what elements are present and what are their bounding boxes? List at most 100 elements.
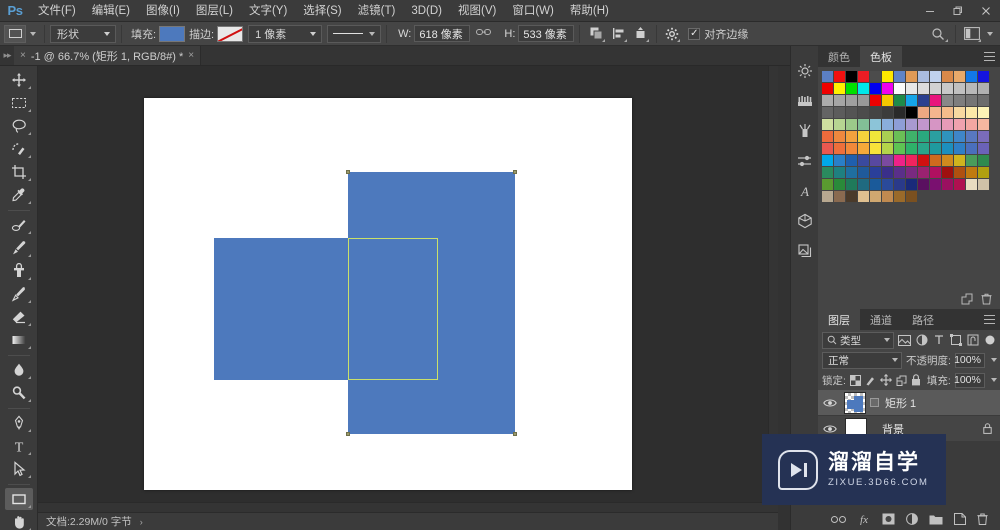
color-swatch[interactable] <box>834 95 845 106</box>
3d-cube-icon[interactable] <box>793 208 817 234</box>
color-swatch[interactable] <box>858 131 869 142</box>
color-swatch[interactable] <box>942 71 953 82</box>
color-swatch[interactable] <box>882 191 893 202</box>
minimize-button[interactable] <box>916 0 944 22</box>
color-swatch[interactable] <box>918 143 929 154</box>
stroke-width-select[interactable]: 1 像素 <box>248 24 323 43</box>
canvas-area[interactable] <box>38 66 778 512</box>
color-swatch[interactable] <box>906 119 917 130</box>
color-swatch[interactable] <box>870 131 881 142</box>
color-swatch[interactable] <box>930 131 941 142</box>
rectangle-tool[interactable] <box>4 488 33 510</box>
color-swatch[interactable] <box>906 179 917 190</box>
color-swatch[interactable] <box>954 119 965 130</box>
menu-help[interactable]: 帮助(H) <box>562 0 617 22</box>
color-swatch[interactable] <box>870 191 881 202</box>
color-swatch[interactable] <box>954 143 965 154</box>
new-swatch-icon[interactable] <box>961 293 973 305</box>
color-swatch[interactable] <box>870 71 881 82</box>
color-swatch[interactable] <box>870 95 881 106</box>
close-button[interactable] <box>972 0 1000 22</box>
color-swatch[interactable] <box>906 71 917 82</box>
color-swatch[interactable] <box>930 155 941 166</box>
width-input[interactable]: 618 像素 <box>414 25 471 42</box>
color-swatch[interactable] <box>978 143 989 154</box>
panel-menu-icon[interactable] <box>984 315 995 324</box>
color-swatch[interactable] <box>918 179 929 190</box>
color-swatch[interactable] <box>930 179 941 190</box>
gradient-tool[interactable] <box>5 329 33 351</box>
color-swatch[interactable] <box>930 119 941 130</box>
lasso-tool[interactable] <box>5 115 33 137</box>
color-swatch[interactable] <box>858 191 869 202</box>
color-swatch[interactable] <box>834 71 845 82</box>
color-swatch[interactable] <box>834 83 845 94</box>
menu-image[interactable]: 图像(I) <box>138 0 188 22</box>
eraser-tool[interactable] <box>5 306 33 328</box>
color-swatch[interactable] <box>882 155 893 166</box>
search-icon[interactable] <box>926 24 950 44</box>
color-swatch[interactable] <box>954 179 965 190</box>
color-swatch[interactable] <box>954 131 965 142</box>
color-swatch[interactable] <box>966 83 977 94</box>
color-swatch[interactable] <box>954 95 965 106</box>
color-swatch[interactable] <box>930 167 941 178</box>
color-swatch[interactable] <box>846 83 857 94</box>
color-swatch[interactable] <box>942 83 953 94</box>
brush-tool[interactable] <box>5 237 33 259</box>
color-swatch[interactable] <box>858 119 869 130</box>
adjustments-sun-icon[interactable] <box>793 58 817 84</box>
delete-layer-icon[interactable] <box>976 513 988 525</box>
dodge-tool[interactable] <box>5 382 33 404</box>
color-swatch[interactable] <box>954 167 965 178</box>
filter-adjustment-icon[interactable] <box>915 332 928 348</box>
color-swatch[interactable] <box>906 83 917 94</box>
color-swatch[interactable] <box>906 143 917 154</box>
restore-button[interactable] <box>944 0 972 22</box>
blend-mode-select[interactable]: 正常 <box>822 351 902 369</box>
link-layers-icon[interactable] <box>830 515 846 524</box>
move-tool[interactable] <box>5 69 33 91</box>
menu-type[interactable]: 文字(Y) <box>241 0 295 22</box>
filter-type-icon[interactable] <box>932 332 945 348</box>
lock-icon[interactable] <box>983 423 1000 434</box>
color-swatch[interactable] <box>894 119 905 130</box>
color-swatch[interactable] <box>894 107 905 118</box>
color-swatch[interactable] <box>846 119 857 130</box>
color-swatch[interactable] <box>846 95 857 106</box>
status-expand-icon[interactable]: › <box>140 517 143 527</box>
color-swatch[interactable] <box>822 107 833 118</box>
color-swatch[interactable] <box>906 107 917 118</box>
color-swatch[interactable] <box>978 119 989 130</box>
panel-menu-icon[interactable] <box>984 52 995 61</box>
layer-row-rectangle-1[interactable]: 矩形 1 <box>818 390 1000 416</box>
height-input[interactable]: 533 像素 <box>518 25 575 42</box>
menu-view[interactable]: 视图(V) <box>450 0 504 22</box>
color-swatch[interactable] <box>966 95 977 106</box>
stroke-color-swatch[interactable] <box>217 25 244 42</box>
path-align-icon[interactable] <box>607 24 629 44</box>
tab-arrange-icon[interactable]: × <box>20 50 26 61</box>
color-swatch[interactable] <box>954 155 965 166</box>
color-swatch[interactable] <box>846 107 857 118</box>
path-selection-tool[interactable] <box>5 458 33 480</box>
tab-color[interactable]: 颜色 <box>818 46 860 67</box>
color-swatch[interactable] <box>858 179 869 190</box>
pen-tool[interactable] <box>5 412 33 434</box>
anchor-point[interactable] <box>513 170 517 174</box>
brush-settings-icon[interactable] <box>793 118 817 144</box>
color-swatch[interactable] <box>906 131 917 142</box>
color-swatch[interactable] <box>978 71 989 82</box>
color-swatch[interactable] <box>834 155 845 166</box>
quick-selection-tool[interactable] <box>5 138 33 160</box>
color-swatch[interactable] <box>846 167 857 178</box>
color-swatch[interactable] <box>942 155 953 166</box>
color-swatch[interactable] <box>870 179 881 190</box>
lock-transparent-icon[interactable] <box>849 372 861 388</box>
tab-swatches[interactable]: 色板 <box>860 46 902 67</box>
shape-mode-select[interactable]: 形状 <box>50 24 116 43</box>
clone-stamp-tool[interactable] <box>5 260 33 282</box>
color-swatch[interactable] <box>942 119 953 130</box>
color-swatch[interactable] <box>930 107 941 118</box>
color-swatch[interactable] <box>942 107 953 118</box>
